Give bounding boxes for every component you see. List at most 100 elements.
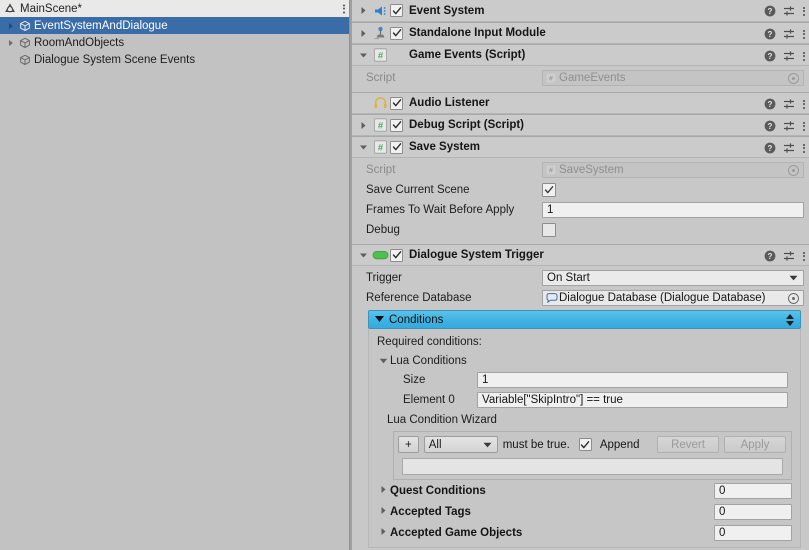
component-header-icons: ? bbox=[764, 137, 805, 159]
foldout-arrow-icon[interactable] bbox=[356, 46, 370, 64]
object-picker-icon[interactable] bbox=[788, 72, 799, 84]
accepted-tags-count[interactable]: 0 bbox=[714, 503, 792, 520]
foldout-arrow-placeholder bbox=[356, 94, 370, 112]
component-header-save-system[interactable]: # Save System ? bbox=[352, 136, 809, 158]
csharp-script-icon: # bbox=[546, 165, 556, 175]
object-picker-icon[interactable] bbox=[788, 164, 799, 176]
frames-to-wait-input[interactable]: 1 bbox=[542, 202, 804, 218]
kebab-menu-icon[interactable] bbox=[803, 51, 805, 61]
kebab-menu-icon[interactable] bbox=[803, 6, 805, 16]
hierarchy-item-eventsystemanddialogue[interactable]: EventSystemAndDialogue bbox=[0, 17, 352, 34]
kebab-menu-icon[interactable] bbox=[803, 121, 805, 131]
wizard-all-value: All bbox=[428, 438, 442, 451]
help-icon[interactable]: ? bbox=[764, 28, 776, 40]
debug-checkbox[interactable] bbox=[542, 223, 556, 237]
foldout-arrow-icon[interactable] bbox=[379, 506, 388, 518]
hierarchy-item-dialogue-system-scene-events[interactable]: Dialogue System Scene Events bbox=[0, 51, 352, 68]
quest-conditions-count[interactable]: 0 bbox=[714, 482, 792, 499]
dialogue-trigger-body: Trigger On Start Reference Database Dial… bbox=[352, 266, 809, 548]
preset-sliders-icon[interactable] bbox=[783, 5, 796, 17]
component-enabled-checkbox[interactable] bbox=[390, 26, 403, 40]
object-picker-icon[interactable] bbox=[788, 292, 799, 304]
expand-arrow-icon[interactable] bbox=[4, 22, 17, 30]
preset-sliders-icon[interactable] bbox=[783, 142, 796, 154]
kebab-menu-icon[interactable] bbox=[343, 4, 345, 13]
kebab-menu-icon[interactable] bbox=[803, 251, 805, 261]
component-enabled-checkbox[interactable] bbox=[390, 140, 403, 154]
trigger-label: Trigger bbox=[366, 272, 402, 284]
lua-condition-wizard-row: Lua Condition Wizard bbox=[369, 410, 800, 429]
component-header-standalone-input-module[interactable]: Standalone Input Module ? bbox=[352, 22, 809, 44]
foldout-arrow-icon[interactable] bbox=[356, 116, 370, 134]
component-enabled-checkbox[interactable] bbox=[390, 4, 403, 17]
foldout-arrow-icon[interactable] bbox=[379, 485, 388, 497]
wizard-all-dropdown[interactable]: All bbox=[423, 436, 498, 453]
script-object-field[interactable]: # SaveSystem bbox=[542, 162, 804, 178]
foldout-arrow-icon[interactable] bbox=[356, 246, 370, 264]
help-icon[interactable]: ? bbox=[764, 250, 776, 262]
preset-sliders-icon[interactable] bbox=[783, 120, 796, 132]
expand-arrow-icon[interactable] bbox=[4, 39, 17, 47]
accepted-game-objects-count[interactable]: 0 bbox=[714, 524, 792, 541]
foldout-arrow-icon[interactable] bbox=[374, 314, 385, 326]
help-icon[interactable]: ? bbox=[764, 120, 776, 132]
wizard-append-checkbox[interactable] bbox=[578, 438, 592, 451]
svg-text:?: ? bbox=[768, 252, 773, 261]
foldout-arrow-icon[interactable] bbox=[356, 138, 370, 156]
help-icon[interactable]: ? bbox=[764, 5, 776, 17]
lua-conditions-foldout[interactable]: Lua Conditions bbox=[369, 351, 800, 370]
wizard-preview-input[interactable] bbox=[402, 458, 783, 475]
foldout-arrow-icon[interactable] bbox=[377, 357, 390, 365]
kebab-menu-icon[interactable] bbox=[803, 29, 805, 39]
kebab-menu-icon[interactable] bbox=[803, 99, 805, 109]
help-icon[interactable]: ? bbox=[764, 98, 776, 110]
element0-input[interactable]: Variable["SkipIntro"] == true bbox=[477, 392, 788, 408]
size-input[interactable]: 1 bbox=[477, 372, 788, 388]
foldout-arrow-icon[interactable] bbox=[379, 527, 388, 539]
preset-sliders-icon[interactable] bbox=[783, 250, 796, 262]
reference-database-value: Dialogue Database (Dialogue Database) bbox=[559, 292, 766, 304]
foldout-arrow-icon[interactable] bbox=[356, 2, 370, 20]
component-header-event-system[interactable]: Event System ? bbox=[352, 0, 809, 22]
component-header-dialogue-system-trigger[interactable]: Dialogue System Trigger ? bbox=[352, 244, 809, 266]
accepted-tags-foldout[interactable]: Accepted Tags 0 bbox=[369, 501, 800, 522]
wizard-revert-button[interactable]: Revert bbox=[657, 436, 719, 453]
preset-sliders-icon[interactable] bbox=[783, 50, 796, 62]
reorder-arrows-icon[interactable] bbox=[786, 313, 794, 326]
save-current-scene-checkbox[interactable] bbox=[542, 183, 556, 197]
hierarchy-toolbar: MainScene* bbox=[0, 0, 352, 17]
hierarchy-item-roomandobjects[interactable]: RoomAndObjects bbox=[0, 34, 352, 51]
reference-database-object-field[interactable]: Dialogue Database (Dialogue Database) bbox=[542, 290, 804, 306]
foldout-arrow-icon[interactable] bbox=[356, 24, 370, 42]
component-header-audio-listener[interactable]: Audio Listener ? bbox=[352, 92, 809, 114]
conditions-label: Conditions bbox=[389, 313, 444, 326]
wizard-add-condition-button[interactable]: + bbox=[398, 436, 419, 453]
frames-to-wait-row: Frames To Wait Before Apply 1 bbox=[352, 200, 809, 220]
accepted-tags-label: Accepted Tags bbox=[390, 505, 471, 518]
game-events-body: Script # GameEvents bbox=[352, 66, 809, 92]
save-current-scene-row: Save Current Scene bbox=[352, 180, 809, 200]
kebab-menu-icon[interactable] bbox=[803, 143, 805, 153]
preset-sliders-icon[interactable] bbox=[783, 98, 796, 110]
component-enabled-checkbox[interactable] bbox=[390, 248, 403, 262]
quest-conditions-foldout[interactable]: Quest Conditions 0 bbox=[369, 480, 800, 501]
lua-size-row: Size 1 bbox=[369, 370, 800, 390]
component-header-icons: ? bbox=[764, 45, 805, 67]
conditions-section-header[interactable]: Conditions bbox=[368, 310, 801, 329]
script-object-field[interactable]: # GameEvents bbox=[542, 70, 804, 86]
script-value: GameEvents bbox=[559, 72, 626, 84]
component-header-debug-script[interactable]: # Debug Script (Script) ? bbox=[352, 114, 809, 136]
frames-to-wait-label: Frames To Wait Before Apply bbox=[366, 204, 515, 216]
component-header-game-events[interactable]: # Game Events (Script) ? bbox=[352, 44, 809, 66]
component-header-icons: ? bbox=[764, 115, 805, 137]
help-icon[interactable]: ? bbox=[764, 142, 776, 154]
help-icon[interactable]: ? bbox=[764, 50, 776, 62]
component-enabled-checkbox[interactable] bbox=[390, 118, 403, 132]
trigger-dropdown[interactable]: On Start bbox=[542, 270, 804, 286]
accepted-game-objects-foldout[interactable]: Accepted Game Objects 0 bbox=[369, 522, 800, 543]
save-system-body: Script # SaveSystem Save Current Scene F… bbox=[352, 158, 809, 244]
component-enabled-checkbox[interactable] bbox=[390, 96, 403, 110]
wizard-apply-button[interactable]: Apply bbox=[724, 436, 786, 453]
preset-sliders-icon[interactable] bbox=[783, 28, 796, 40]
hierarchy-panel: MainScene* EventSystemAndDialogue RoomAn… bbox=[0, 0, 352, 550]
